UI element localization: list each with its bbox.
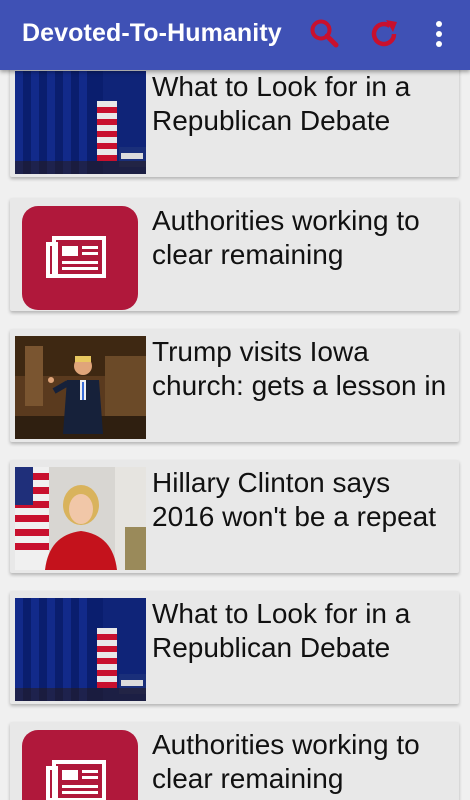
more-vert-icon[interactable] (424, 16, 454, 52)
app-title: Devoted-To-Humanity (22, 19, 282, 47)
article-title: Hillary Clinton says 2016 won't be a rep… (152, 467, 437, 532)
list-item[interactable]: Authorities working to clear remaining (10, 198, 459, 311)
list-item[interactable]: Authorities working to clear remaining (10, 722, 459, 800)
article-title: What to Look for in a Republican Debate (152, 598, 411, 663)
debate-stage-photo (15, 71, 146, 174)
trump-photo (15, 336, 146, 439)
article-list[interactable]: What to Look for in a Republican Debate … (0, 70, 470, 800)
list-item[interactable]: Hillary Clinton says 2016 won't be a rep… (10, 460, 459, 573)
app-toolbar: Devoted-To-Humanity (0, 0, 470, 70)
list-item[interactable]: Trump visits Iowa church: gets a lesson … (10, 329, 459, 442)
refresh-icon[interactable] (366, 16, 402, 52)
article-title: Authorities working to clear remaining (152, 205, 420, 270)
search-icon[interactable] (306, 16, 342, 52)
list-item[interactable]: What to Look for in a Republican Debate (10, 70, 459, 177)
debate-stage-photo (15, 598, 146, 701)
newspaper-icon (22, 730, 138, 800)
newspaper-icon (22, 206, 138, 310)
clinton-photo (15, 467, 146, 570)
article-title: Trump visits Iowa church: gets a lesson … (152, 336, 447, 401)
article-title: What to Look for in a Republican Debate (152, 71, 411, 136)
list-item[interactable]: What to Look for in a Republican Debate (10, 591, 459, 704)
article-title: Authorities working to clear remaining (152, 729, 420, 794)
